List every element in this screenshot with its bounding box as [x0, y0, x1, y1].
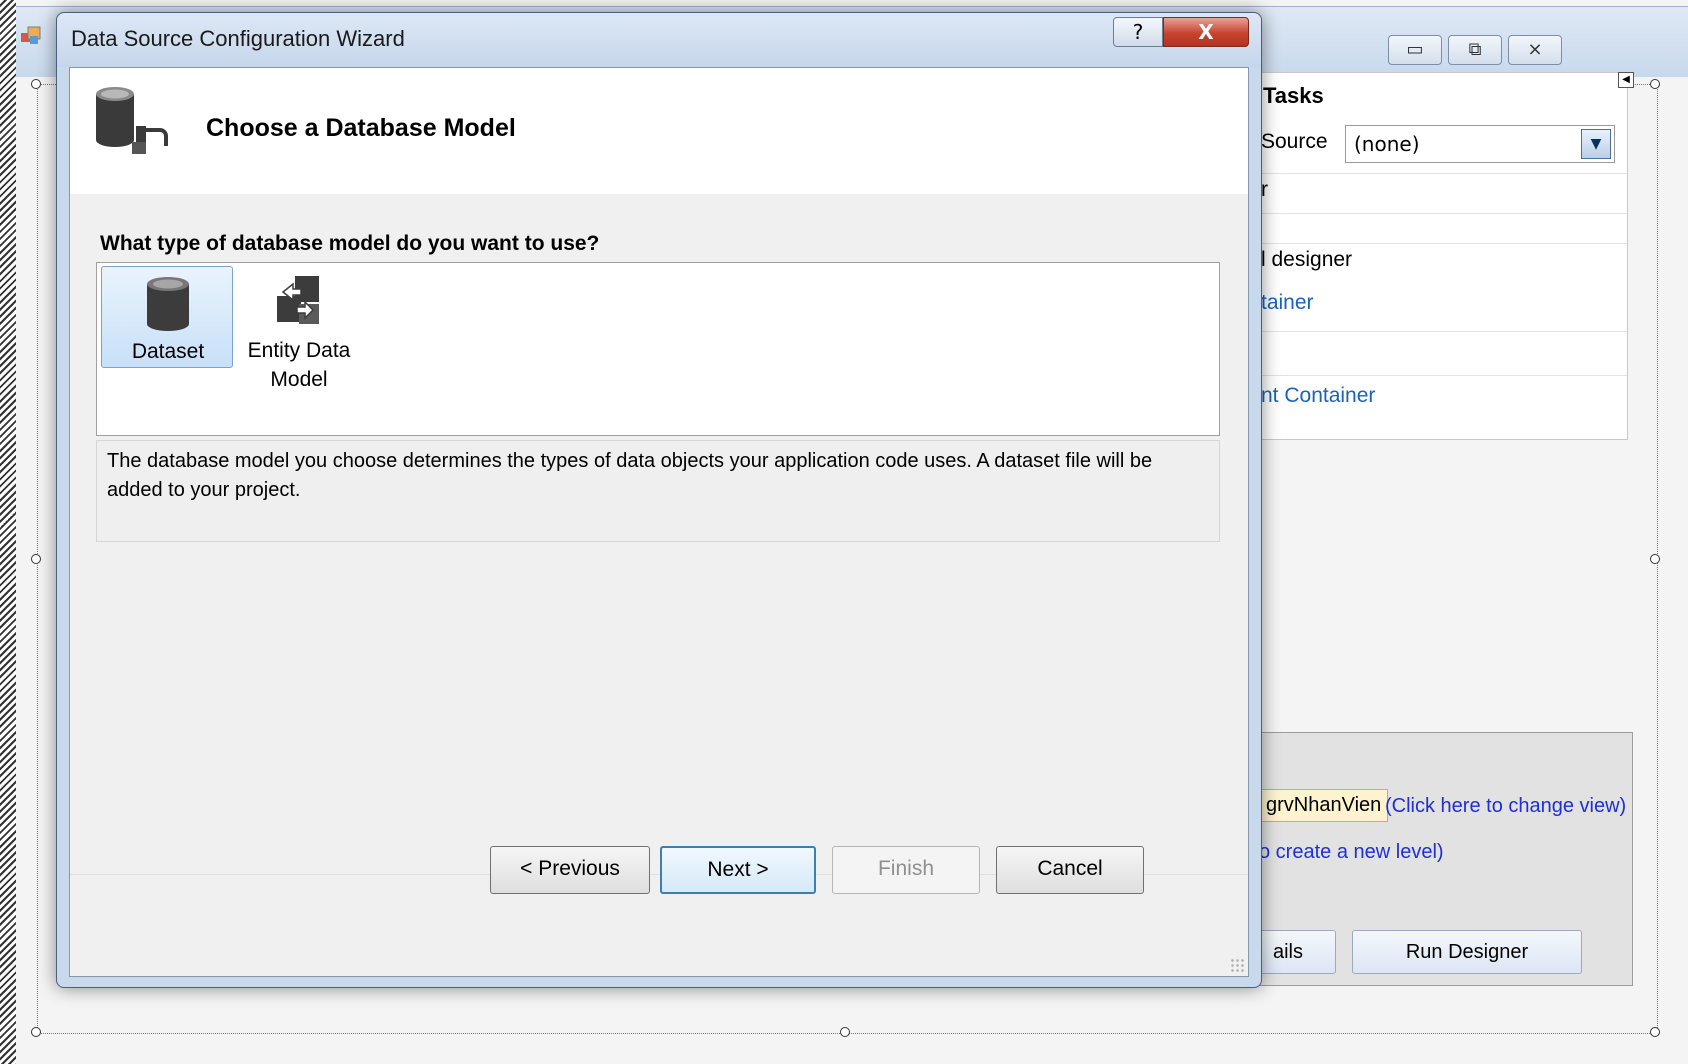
task-row: nt Container: [1241, 375, 1627, 420]
resize-handle[interactable]: [840, 1027, 850, 1037]
resize-handle[interactable]: [1650, 79, 1660, 89]
task-link[interactable]: nt Container: [1261, 384, 1375, 408]
cancel-button[interactable]: Cancel: [996, 846, 1144, 894]
dialog-close-button[interactable]: X: [1163, 17, 1249, 47]
resize-handle[interactable]: [31, 554, 41, 564]
previous-button[interactable]: < Previous: [490, 846, 650, 894]
model-list: Dataset Entity Data Model: [96, 262, 1220, 436]
change-view-link[interactable]: (Click here to change view): [1385, 795, 1626, 818]
chevron-down-icon[interactable]: ▼: [1581, 129, 1611, 159]
database-icon: [142, 275, 194, 333]
resize-handle[interactable]: [31, 79, 41, 89]
close-icon: ⨯: [1527, 39, 1543, 60]
entity-data-model-icon: [273, 274, 325, 332]
dialog-title: Data Source Configuration Wizard: [71, 26, 405, 51]
close-icon: X: [1198, 20, 1214, 44]
maximize-icon: ⧉: [1468, 39, 1482, 60]
model-item-entity-data-model[interactable]: Entity Data Model: [233, 266, 365, 391]
resize-handle[interactable]: [1650, 1027, 1660, 1037]
next-button[interactable]: Next >: [660, 846, 816, 894]
model-item-dataset[interactable]: Dataset: [101, 266, 233, 368]
task-row: tainer: [1241, 287, 1627, 331]
task-row: r: [1241, 173, 1627, 214]
finish-button[interactable]: Finish: [832, 846, 980, 894]
task-link[interactable]: tainer: [1261, 291, 1314, 315]
description-box: The database model you choose determines…: [96, 440, 1220, 542]
minimize-button[interactable]: ▭: [1388, 35, 1442, 65]
create-new-level-link[interactable]: o create a new level): [1259, 841, 1444, 864]
wizard-header: Choose a Database Model: [70, 68, 1248, 194]
tasks-title: Tasks: [1263, 83, 1324, 108]
resize-handle[interactable]: [31, 1027, 41, 1037]
resize-grip-icon[interactable]: [1230, 958, 1244, 972]
database-plug-icon: [92, 84, 172, 158]
page-title: Choose a Database Model: [206, 114, 516, 142]
wizard-dialog: Data Source Configuration Wizard ? X Cho…: [56, 12, 1262, 988]
model-label: Entity Data Model: [247, 339, 351, 391]
dialog-client-area: Choose a Database Model What type of dat…: [69, 67, 1249, 977]
data-source-combo[interactable]: (none) ▼: [1345, 125, 1615, 163]
help-button[interactable]: ?: [1113, 17, 1163, 47]
maximize-button[interactable]: ⧉: [1448, 35, 1502, 65]
app-icon: [20, 24, 42, 46]
task-item-text: r: [1261, 178, 1268, 201]
minimize-icon: ▭: [1406, 39, 1424, 60]
help-icon: ?: [1132, 20, 1144, 44]
description-text: The database model you choose determines…: [107, 450, 1153, 501]
background-close-button[interactable]: ⨯: [1508, 35, 1562, 65]
level-tag[interactable]: grvNhanVien: [1259, 789, 1389, 822]
smart-tasks-panel: Tasks Source (none) ▼ r l designer taine…: [1240, 72, 1628, 440]
data-source-value: (none): [1354, 132, 1420, 156]
task-item-text: l designer: [1261, 248, 1353, 271]
task-row: l designer: [1241, 243, 1627, 288]
model-label: Dataset: [131, 340, 205, 363]
dialog-titlebar: Data Source Configuration Wizard ? X: [57, 13, 1261, 67]
question-label: What type of database model do you want …: [100, 232, 600, 255]
task-row: [1241, 331, 1627, 376]
data-source-label: Source: [1261, 130, 1328, 153]
designer-hatch-border: [0, 0, 16, 1064]
tasks-collapse-icon[interactable]: ◀: [1618, 72, 1634, 88]
task-row: [1241, 213, 1627, 244]
run-designer-button[interactable]: Run Designer: [1352, 930, 1582, 974]
resize-handle[interactable]: [1650, 554, 1660, 564]
